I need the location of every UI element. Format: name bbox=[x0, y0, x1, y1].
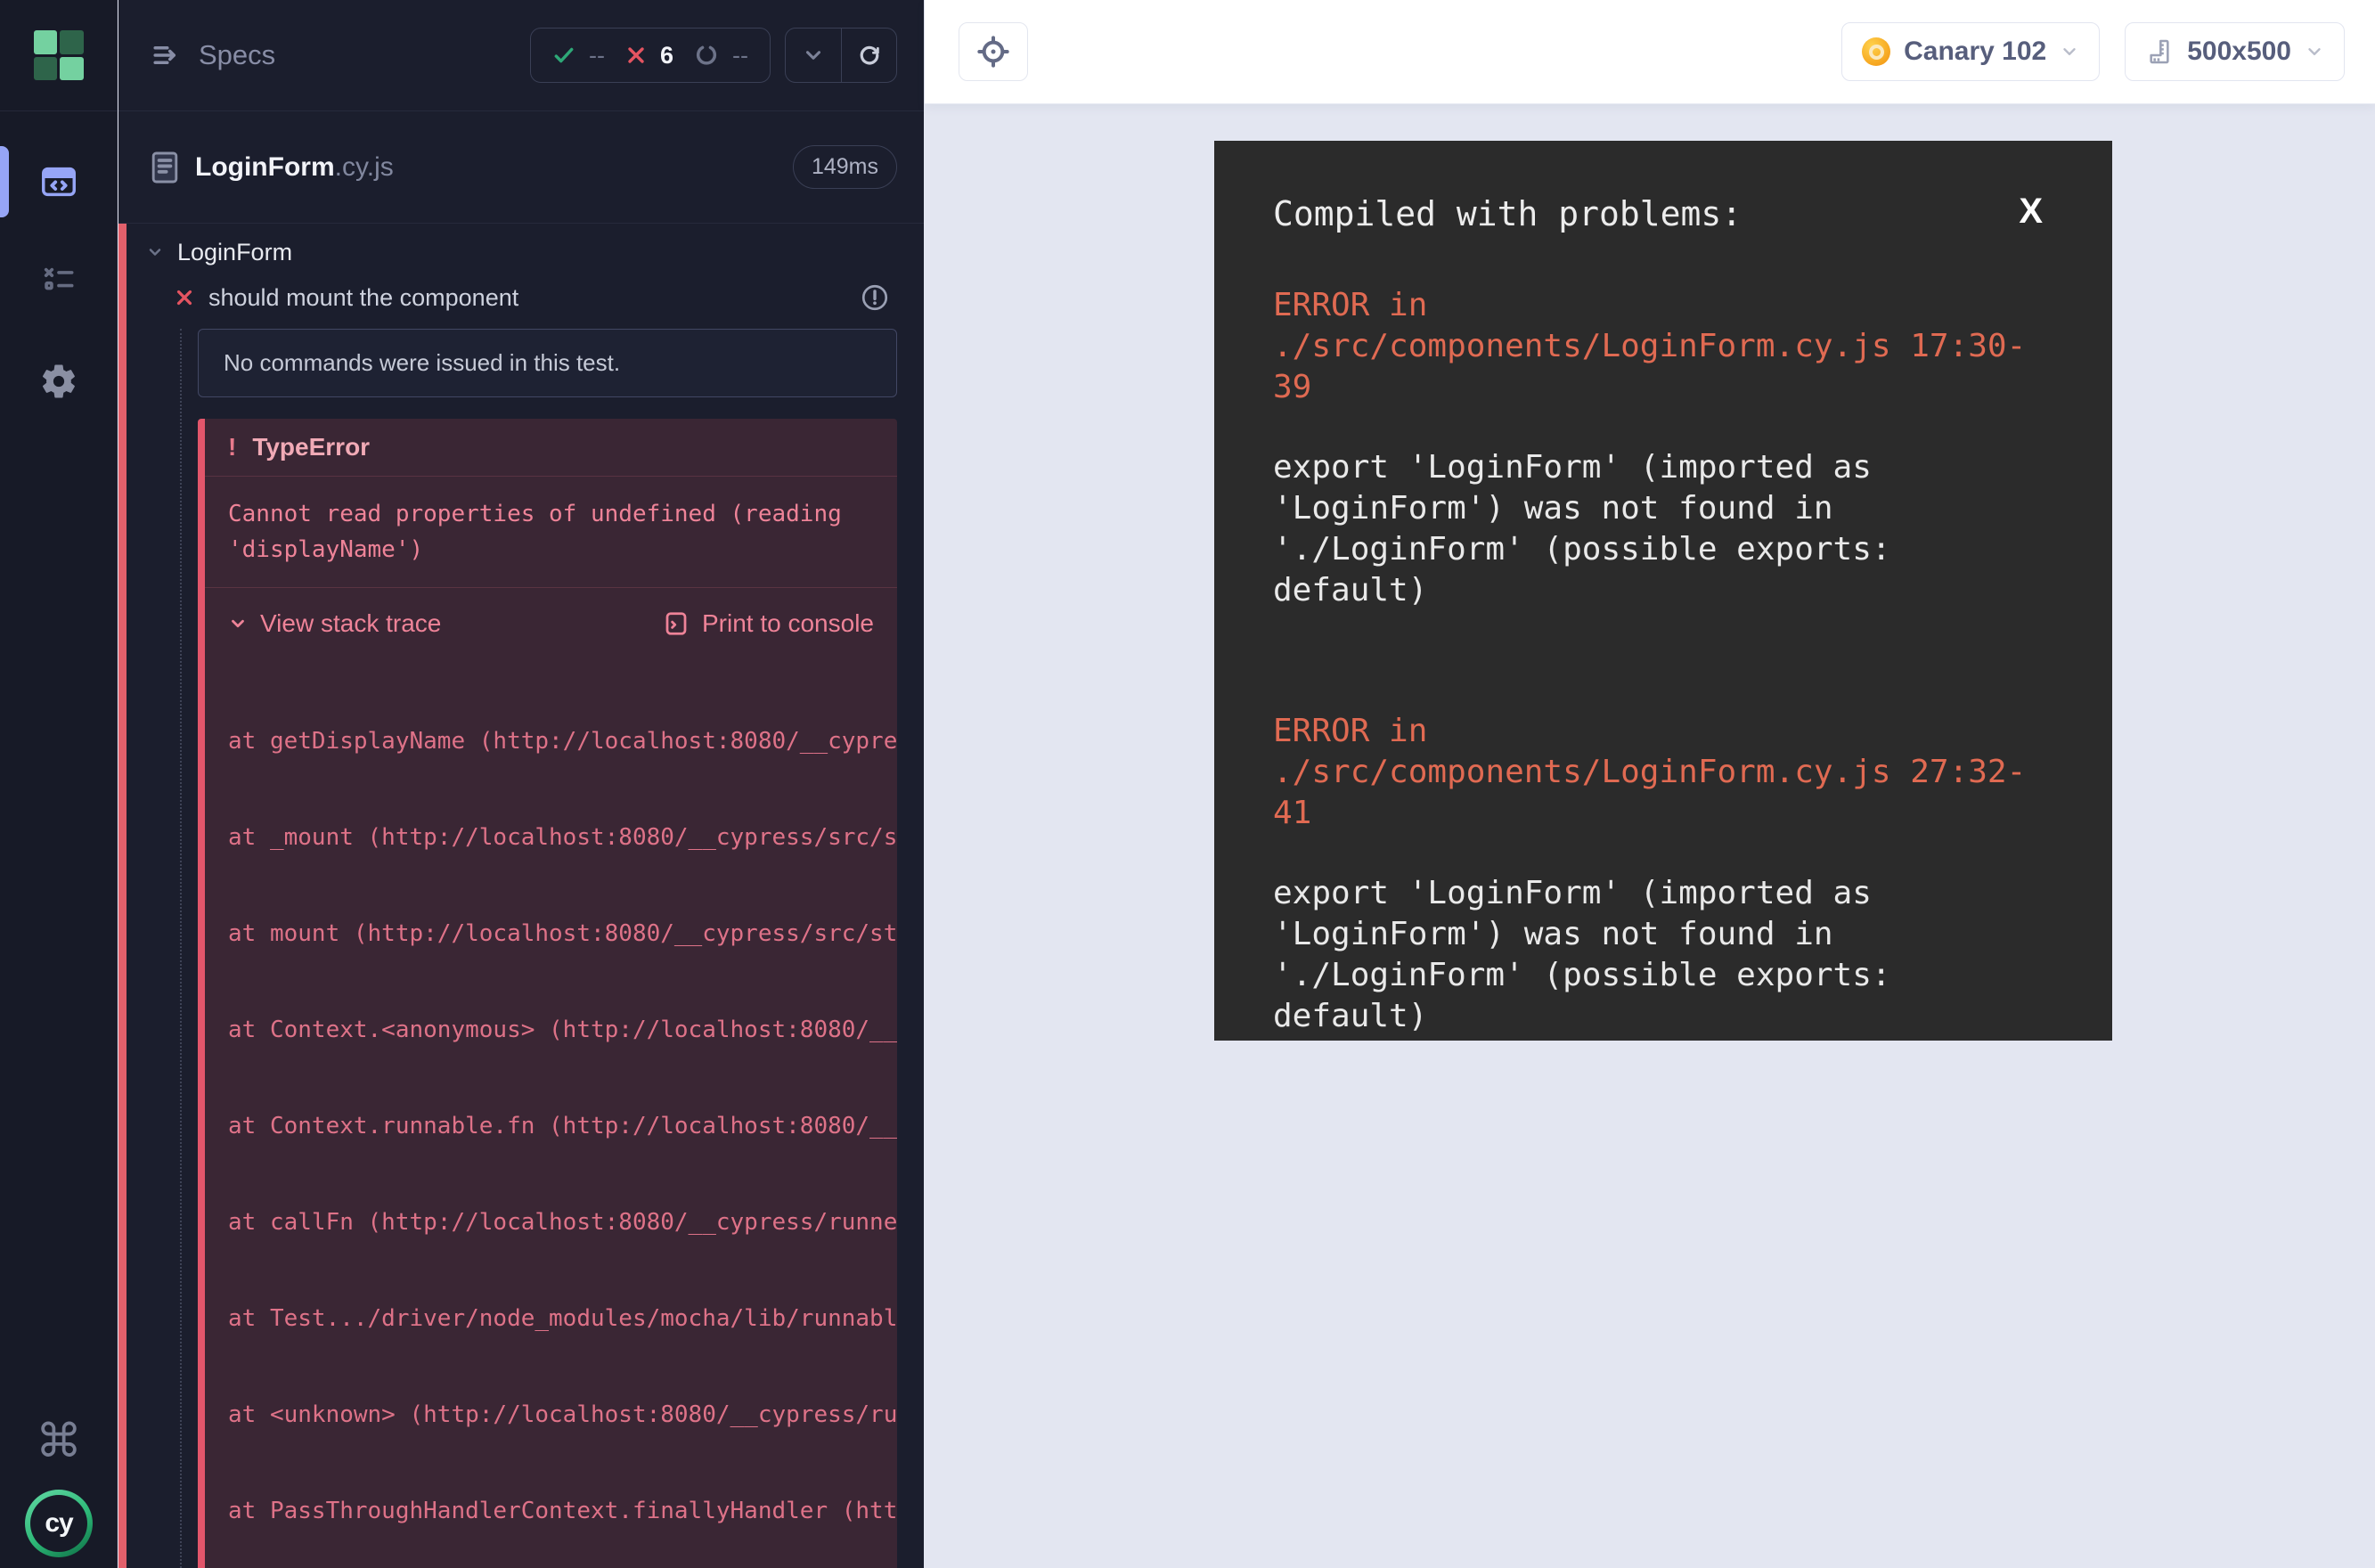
cy-logo-text: cy bbox=[30, 1495, 87, 1552]
command-icon: ⌘ bbox=[36, 1415, 82, 1468]
compile-error-body: export 'LoginForm' (imported as 'LoginFo… bbox=[1273, 447, 2053, 611]
crosshair-icon bbox=[975, 34, 1011, 69]
canary-browser-icon bbox=[1862, 37, 1890, 66]
overlay-title: Compiled with problems: bbox=[1273, 194, 1742, 233]
specs-browser-code-icon bbox=[38, 161, 79, 202]
app-sidebar: ⌘ cy bbox=[0, 0, 118, 1568]
view-stack-trace-toggle[interactable]: View stack trace bbox=[228, 609, 441, 638]
specs-panel-title: Specs bbox=[199, 39, 275, 71]
rerun-button[interactable] bbox=[841, 29, 896, 82]
failed-count: 6 bbox=[660, 42, 673, 69]
stack-frame: at Test.../driver/node_modules/mocha/lib… bbox=[228, 1303, 897, 1335]
overlay-close-button[interactable]: X bbox=[2019, 194, 2053, 228]
stack-trace: at getDisplayName (http://localhost:8080… bbox=[205, 656, 897, 1568]
error-bang-icon: ! bbox=[228, 433, 236, 461]
collapse-chevron-button[interactable] bbox=[786, 29, 841, 82]
test-fail-x-icon bbox=[175, 288, 194, 307]
selector-playground-button[interactable] bbox=[959, 22, 1028, 81]
spec-file-icon bbox=[151, 150, 179, 185]
stack-frame: at _mount (http://localhost:8080/__cypre… bbox=[228, 821, 897, 853]
pending-count: -- bbox=[732, 42, 748, 69]
no-commands-message: No commands were issued in this test. bbox=[198, 329, 897, 397]
compile-error: ERROR in ./src/components/LoginForm.cy.j… bbox=[1273, 285, 2053, 611]
test-list-icon bbox=[39, 260, 78, 299]
view-stack-trace-label: View stack trace bbox=[260, 609, 441, 638]
compile-error-heading: ERROR in ./src/components/LoginForm.cy.j… bbox=[1273, 711, 2053, 834]
test-error-box: ! TypeError Cannot read properties of un… bbox=[198, 419, 897, 1568]
sidebar-item-specs[interactable] bbox=[0, 141, 118, 223]
error-message: Cannot read properties of undefined (rea… bbox=[205, 477, 897, 588]
ruler-icon bbox=[2145, 37, 2174, 66]
passed-count: -- bbox=[589, 42, 605, 69]
stack-frame: at <unknown> (http://localhost:8080/__cy… bbox=[228, 1399, 897, 1431]
browser-select-button[interactable]: Canary 102 bbox=[1841, 22, 2100, 81]
test-attempt-body: No commands were issued in this test. ! … bbox=[180, 329, 897, 1568]
logo-square bbox=[34, 30, 58, 54]
sidebar-item-runs[interactable] bbox=[0, 239, 118, 321]
runner-toolbar: Canary 102 500x500 bbox=[925, 0, 2375, 104]
compile-error-heading: ERROR in ./src/components/LoginForm.cy.j… bbox=[1273, 285, 2053, 408]
aut-canvas: Compiled with problems: X ERROR in ./src… bbox=[925, 104, 2375, 1568]
fail-x-icon bbox=[625, 45, 647, 66]
failed-spec-group: LoginForm should mount the component bbox=[118, 224, 924, 1568]
spec-file-row[interactable]: LoginForm.cy.js 149ms bbox=[118, 111, 924, 224]
webpack-error-overlay: Compiled with problems: X ERROR in ./src… bbox=[1214, 141, 2112, 1041]
error-header: ! TypeError bbox=[205, 419, 897, 477]
stack-frame: at mount (http://localhost:8080/__cypres… bbox=[228, 918, 897, 950]
spec-file-name: LoginForm bbox=[195, 152, 335, 183]
chevron-down-icon bbox=[2305, 42, 2324, 61]
logo-square bbox=[34, 57, 58, 81]
stack-frame: at Context.<anonymous> (http://localhost… bbox=[228, 1014, 897, 1046]
viewport-size-button[interactable]: 500x500 bbox=[2125, 22, 2345, 81]
print-to-console-label: Print to console bbox=[702, 609, 874, 638]
sidebar-item-settings[interactable] bbox=[0, 340, 118, 422]
chevron-down-icon bbox=[146, 243, 164, 261]
sidebar-divider bbox=[0, 110, 117, 111]
spec-stats-pill[interactable]: -- 6 -- bbox=[530, 28, 771, 83]
sidebar-item-keyboard-shortcuts[interactable]: ⌘ bbox=[0, 1401, 118, 1482]
chevron-down-icon bbox=[2060, 42, 2079, 61]
active-indicator bbox=[0, 146, 9, 217]
suite-row-loginform[interactable]: LoginForm bbox=[127, 231, 924, 274]
specs-panel: Specs -- 6 -- bbox=[118, 0, 924, 1568]
spec-duration-badge: 149ms bbox=[793, 145, 897, 189]
stack-frame: at PassThroughHandlerContext.finallyHand… bbox=[228, 1495, 897, 1527]
stack-frame: at Context.runnable.fn (http://localhost… bbox=[228, 1110, 897, 1142]
error-info-icon[interactable] bbox=[860, 282, 890, 313]
logo-square bbox=[60, 57, 84, 81]
compile-error-body: export 'LoginForm' (imported as 'LoginFo… bbox=[1273, 873, 2053, 1037]
overlay-error-list: ERROR in ./src/components/LoginForm.cy.j… bbox=[1273, 285, 2053, 1037]
pending-restart-icon bbox=[694, 43, 719, 68]
check-icon bbox=[552, 44, 575, 67]
stack-frame: at getDisplayName (http://localhost:8080… bbox=[228, 725, 897, 757]
stack-frame: at callFn (http://localhost:8080/__cypre… bbox=[228, 1206, 897, 1238]
specs-header: Specs -- 6 -- bbox=[118, 0, 924, 111]
logo-square bbox=[60, 30, 84, 54]
cypress-checker-logo-icon[interactable] bbox=[34, 30, 84, 80]
failed-test-row[interactable]: should mount the component bbox=[127, 274, 924, 322]
runner-main-area: Canary 102 500x500 Compiled with problem… bbox=[925, 0, 2375, 1568]
spec-file-ext: .cy.js bbox=[335, 152, 394, 183]
compile-error: ERROR in ./src/components/LoginForm.cy.j… bbox=[1273, 711, 2053, 1037]
error-actions: View stack trace Print to console bbox=[205, 588, 897, 656]
print-to-console-button[interactable]: Print to console bbox=[663, 609, 874, 638]
browser-select-label: Canary 102 bbox=[1904, 37, 2046, 67]
spec-header-actions bbox=[785, 28, 897, 83]
suite-title: LoginForm bbox=[177, 239, 292, 266]
gear-icon bbox=[38, 361, 79, 402]
test-title: should mount the component bbox=[208, 284, 518, 312]
cypress-cy-logo[interactable]: cy bbox=[25, 1490, 93, 1557]
error-name: TypeError bbox=[252, 433, 370, 461]
specs-list-icon bbox=[151, 39, 183, 71]
console-icon bbox=[663, 610, 690, 637]
viewport-size-label: 500x500 bbox=[2187, 37, 2291, 67]
overlay-header: Compiled with problems: X bbox=[1273, 194, 2053, 233]
